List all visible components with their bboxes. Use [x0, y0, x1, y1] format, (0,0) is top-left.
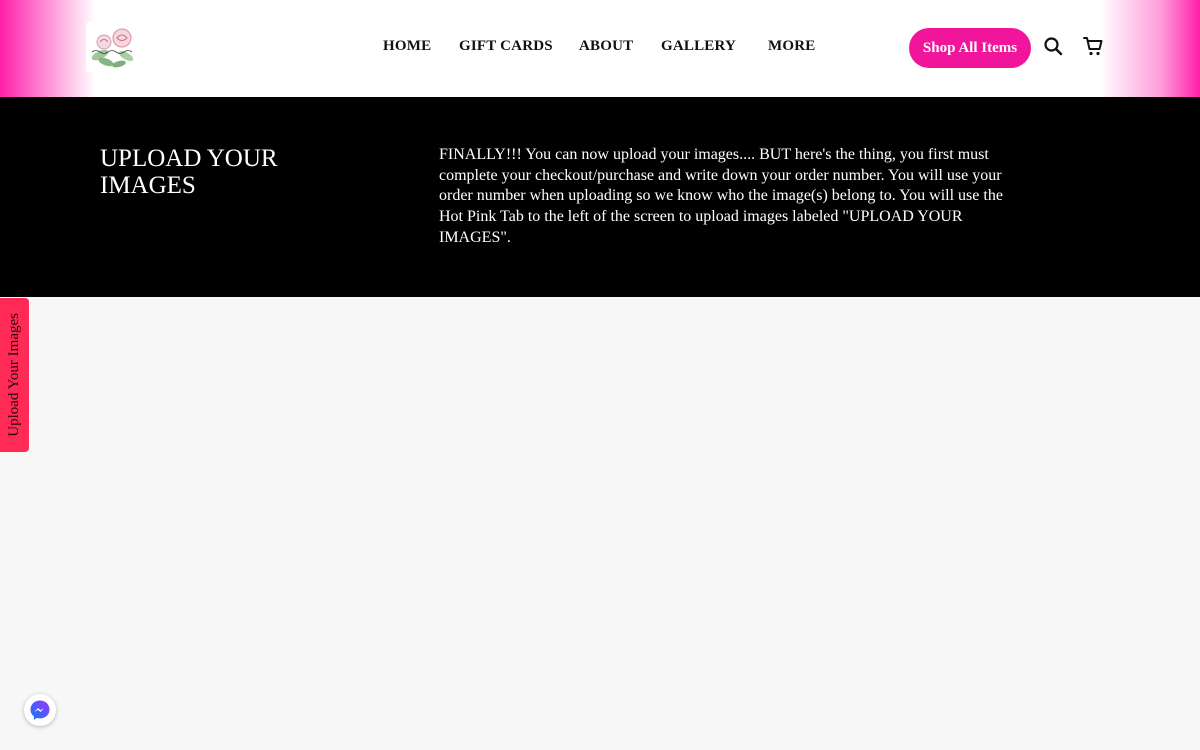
nav-item-gallery[interactable]: GALLERY [661, 38, 736, 55]
nav-item-gift-cards[interactable]: GIFT CARDS [459, 38, 553, 55]
nav-item-more[interactable]: MORE [768, 38, 815, 55]
cart-icon [1083, 37, 1103, 56]
hero-description: FINALLY!!! You can now upload your image… [439, 146, 1003, 246]
search-icon [1044, 37, 1063, 56]
messenger-icon [30, 700, 50, 720]
upload-images-tab-label: Upload Your Images [6, 313, 22, 437]
shop-all-items-button[interactable]: Shop All Items [909, 28, 1031, 68]
messenger-chat-button[interactable] [24, 694, 56, 726]
page-title: UPLOAD YOUR IMAGES [100, 145, 278, 199]
cart-button[interactable] [1082, 35, 1104, 57]
search-button[interactable] [1042, 35, 1064, 57]
upload-images-tab[interactable]: Upload Your Images [0, 298, 29, 452]
nav-item-about[interactable]: ABOUT [579, 38, 633, 55]
hero-banner: UPLOAD YOUR IMAGES FINALLY!!! You can no… [0, 97, 1200, 297]
site-header: HOME GIFT CARDS ABOUT GALLERY MORE Shop … [0, 0, 1200, 97]
nav-item-home[interactable]: HOME [383, 38, 431, 55]
